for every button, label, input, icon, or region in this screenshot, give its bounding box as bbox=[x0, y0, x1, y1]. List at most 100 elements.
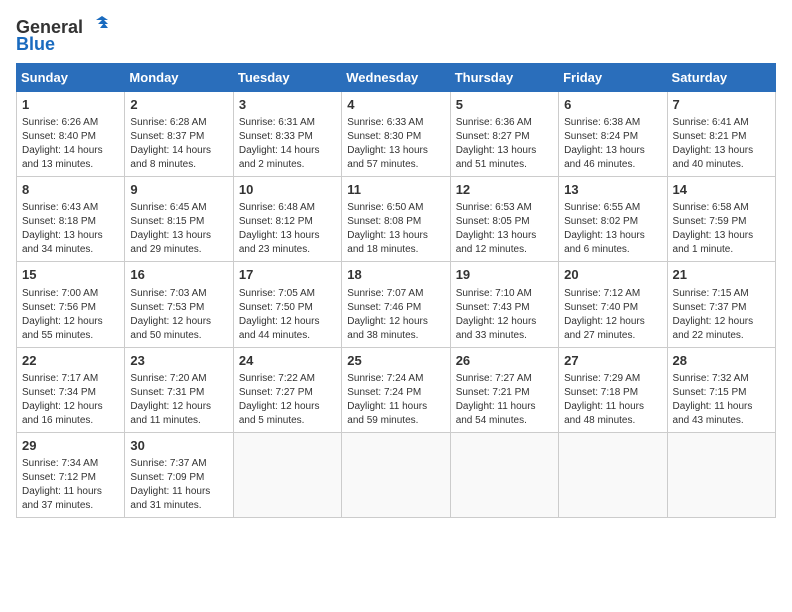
day-detail: Sunrise: 6:55 AMSunset: 8:02 PMDaylight:… bbox=[564, 201, 661, 257]
day-number: 23 bbox=[130, 352, 227, 370]
day-number: 28 bbox=[673, 352, 770, 370]
day-detail: Sunrise: 6:50 AMSunset: 8:08 PMDaylight:… bbox=[347, 201, 444, 257]
day-number: 18 bbox=[347, 266, 444, 284]
week-row-2: 8 Sunrise: 6:43 AMSunset: 8:18 PMDaylight… bbox=[17, 177, 776, 262]
day-detail: Sunrise: 7:20 AMSunset: 7:31 PMDaylight:… bbox=[130, 372, 227, 428]
day-detail: Sunrise: 7:32 AMSunset: 7:15 PMDaylight:… bbox=[673, 372, 770, 428]
day-cell: 4Sunrise: 6:33 AMSunset: 8:30 PMDaylight… bbox=[342, 92, 450, 177]
day-number: 2 bbox=[130, 96, 227, 114]
day-cell: 25 Sunrise: 7:24 AMSunset: 7:24 PMDayligh… bbox=[342, 347, 450, 432]
day-cell: 28 Sunrise: 7:32 AMSunset: 7:15 PMDayligh… bbox=[667, 347, 775, 432]
day-number: 19 bbox=[456, 266, 553, 284]
day-number: 16 bbox=[130, 266, 227, 284]
day-number: 4 bbox=[347, 96, 444, 114]
day-cell bbox=[450, 432, 558, 517]
day-cell: 17Sunrise: 7:05 AMSunset: 7:50 PMDayligh… bbox=[233, 262, 341, 347]
header-day-friday: Friday bbox=[559, 64, 667, 92]
day-detail: Sunrise: 7:00 AMSunset: 7:56 PMDaylight:… bbox=[22, 287, 119, 343]
header-day-saturday: Saturday bbox=[667, 64, 775, 92]
day-cell: 19 Sunrise: 7:10 AMSunset: 7:43 PMDayligh… bbox=[450, 262, 558, 347]
day-number: 5 bbox=[456, 96, 553, 114]
calendar-header: SundayMondayTuesdayWednesdayThursdayFrid… bbox=[17, 64, 776, 92]
day-number: 7 bbox=[673, 96, 770, 114]
day-number: 21 bbox=[673, 266, 770, 284]
day-cell: 27 Sunrise: 7:29 AMSunset: 7:18 PMDayligh… bbox=[559, 347, 667, 432]
day-detail: Sunrise: 6:28 AMSunset: 8:37 PMDaylight:… bbox=[130, 116, 227, 172]
day-cell: 8 Sunrise: 6:43 AMSunset: 8:18 PMDaylight… bbox=[17, 177, 125, 262]
day-cell: 30 Sunrise: 7:37 AMSunset: 7:09 PMDayligh… bbox=[125, 432, 233, 517]
day-cell: 1 Sunrise: 6:26 AMSunset: 8:40 PMDaylight… bbox=[17, 92, 125, 177]
day-number: 27 bbox=[564, 352, 661, 370]
header-day-monday: Monday bbox=[125, 64, 233, 92]
day-detail: Sunrise: 6:43 AMSunset: 8:18 PMDaylight:… bbox=[22, 201, 119, 257]
day-number: 15 bbox=[22, 266, 119, 284]
day-cell bbox=[559, 432, 667, 517]
day-cell: 18 Sunrise: 7:07 AMSunset: 7:46 PMDayligh… bbox=[342, 262, 450, 347]
day-number: 17 bbox=[239, 266, 336, 284]
day-cell: 6Sunrise: 6:38 AMSunset: 8:24 PMDaylight… bbox=[559, 92, 667, 177]
day-detail: Sunrise: 6:48 AMSunset: 8:12 PMDaylight:… bbox=[239, 201, 336, 257]
day-cell: 20Sunrise: 7:12 AMSunset: 7:40 PMDayligh… bbox=[559, 262, 667, 347]
header-day-thursday: Thursday bbox=[450, 64, 558, 92]
header-day-tuesday: Tuesday bbox=[233, 64, 341, 92]
day-cell bbox=[667, 432, 775, 517]
day-detail: Sunrise: 7:17 AMSunset: 7:34 PMDaylight:… bbox=[22, 372, 119, 428]
day-cell: 24 Sunrise: 7:22 AMSunset: 7:27 PMDayligh… bbox=[233, 347, 341, 432]
day-number: 24 bbox=[239, 352, 336, 370]
day-detail: Sunrise: 7:10 AMSunset: 7:43 PMDaylight:… bbox=[456, 287, 553, 343]
day-cell: 7 Sunrise: 6:41 AMSunset: 8:21 PMDaylight… bbox=[667, 92, 775, 177]
day-detail: Sunrise: 7:22 AMSunset: 7:27 PMDaylight:… bbox=[239, 372, 336, 428]
day-cell: 14 Sunrise: 6:58 AMSunset: 7:59 PMDayligh… bbox=[667, 177, 775, 262]
day-number: 11 bbox=[347, 181, 444, 199]
day-detail: Sunrise: 7:29 AMSunset: 7:18 PMDaylight:… bbox=[564, 372, 661, 428]
day-number: 13 bbox=[564, 181, 661, 199]
day-number: 26 bbox=[456, 352, 553, 370]
day-detail: Sunrise: 7:24 AMSunset: 7:24 PMDaylight:… bbox=[347, 372, 444, 428]
day-number: 1 bbox=[22, 96, 119, 114]
week-row-1: 1 Sunrise: 6:26 AMSunset: 8:40 PMDaylight… bbox=[17, 92, 776, 177]
day-detail: Sunrise: 6:41 AMSunset: 8:21 PMDaylight:… bbox=[673, 116, 770, 172]
day-cell: 11 Sunrise: 6:50 AMSunset: 8:08 PMDayligh… bbox=[342, 177, 450, 262]
day-detail: Sunrise: 7:37 AMSunset: 7:09 PMDaylight:… bbox=[130, 457, 227, 513]
header-row: SundayMondayTuesdayWednesdayThursdayFrid… bbox=[17, 64, 776, 92]
day-detail: Sunrise: 6:45 AMSunset: 8:15 PMDaylight:… bbox=[130, 201, 227, 257]
day-number: 12 bbox=[456, 181, 553, 199]
day-detail: Sunrise: 6:26 AMSunset: 8:40 PMDaylight:… bbox=[22, 116, 119, 172]
day-cell: 2 Sunrise: 6:28 AMSunset: 8:37 PMDaylight… bbox=[125, 92, 233, 177]
logo: General Blue bbox=[16, 16, 108, 55]
day-detail: Sunrise: 6:38 AMSunset: 8:24 PMDaylight:… bbox=[564, 116, 661, 172]
header-day-sunday: Sunday bbox=[17, 64, 125, 92]
day-detail: Sunrise: 7:07 AMSunset: 7:46 PMDaylight:… bbox=[347, 287, 444, 343]
day-cell: 22Sunrise: 7:17 AMSunset: 7:34 PMDayligh… bbox=[17, 347, 125, 432]
day-number: 29 bbox=[22, 437, 119, 455]
day-detail: Sunrise: 6:31 AMSunset: 8:33 PMDaylight:… bbox=[239, 116, 336, 172]
logo-bird-icon bbox=[86, 16, 108, 38]
day-number: 8 bbox=[22, 181, 119, 199]
day-cell: 9Sunrise: 6:45 AMSunset: 8:15 PMDaylight… bbox=[125, 177, 233, 262]
logo-blue: Blue bbox=[16, 34, 55, 55]
day-number: 14 bbox=[673, 181, 770, 199]
day-detail: Sunrise: 7:03 AMSunset: 7:53 PMDaylight:… bbox=[130, 287, 227, 343]
day-detail: Sunrise: 7:15 AMSunset: 7:37 PMDaylight:… bbox=[673, 287, 770, 343]
header-day-wednesday: Wednesday bbox=[342, 64, 450, 92]
day-cell: 5 Sunrise: 6:36 AMSunset: 8:27 PMDaylight… bbox=[450, 92, 558, 177]
day-cell: 3Sunrise: 6:31 AMSunset: 8:33 PMDaylight… bbox=[233, 92, 341, 177]
day-cell: 21 Sunrise: 7:15 AMSunset: 7:37 PMDayligh… bbox=[667, 262, 775, 347]
calendar-body: 1 Sunrise: 6:26 AMSunset: 8:40 PMDaylight… bbox=[17, 92, 776, 518]
day-detail: Sunrise: 7:34 AMSunset: 7:12 PMDaylight:… bbox=[22, 457, 119, 513]
day-cell: 13 Sunrise: 6:55 AMSunset: 8:02 PMDayligh… bbox=[559, 177, 667, 262]
day-detail: Sunrise: 6:36 AMSunset: 8:27 PMDaylight:… bbox=[456, 116, 553, 172]
day-number: 30 bbox=[130, 437, 227, 455]
day-cell: 23 Sunrise: 7:20 AMSunset: 7:31 PMDayligh… bbox=[125, 347, 233, 432]
day-detail: Sunrise: 6:58 AMSunset: 7:59 PMDaylight:… bbox=[673, 201, 770, 257]
week-row-4: 22Sunrise: 7:17 AMSunset: 7:34 PMDayligh… bbox=[17, 347, 776, 432]
week-row-3: 15 Sunrise: 7:00 AMSunset: 7:56 PMDayligh… bbox=[17, 262, 776, 347]
day-detail: Sunrise: 7:27 AMSunset: 7:21 PMDaylight:… bbox=[456, 372, 553, 428]
day-number: 25 bbox=[347, 352, 444, 370]
day-cell: 26 Sunrise: 7:27 AMSunset: 7:21 PMDayligh… bbox=[450, 347, 558, 432]
day-detail: Sunrise: 6:53 AMSunset: 8:05 PMDaylight:… bbox=[456, 201, 553, 257]
day-number: 10 bbox=[239, 181, 336, 199]
page-header: General Blue bbox=[16, 16, 776, 55]
day-detail: Sunrise: 7:12 AMSunset: 7:40 PMDaylight:… bbox=[564, 287, 661, 343]
day-cell: 15 Sunrise: 7:00 AMSunset: 7:56 PMDayligh… bbox=[17, 262, 125, 347]
